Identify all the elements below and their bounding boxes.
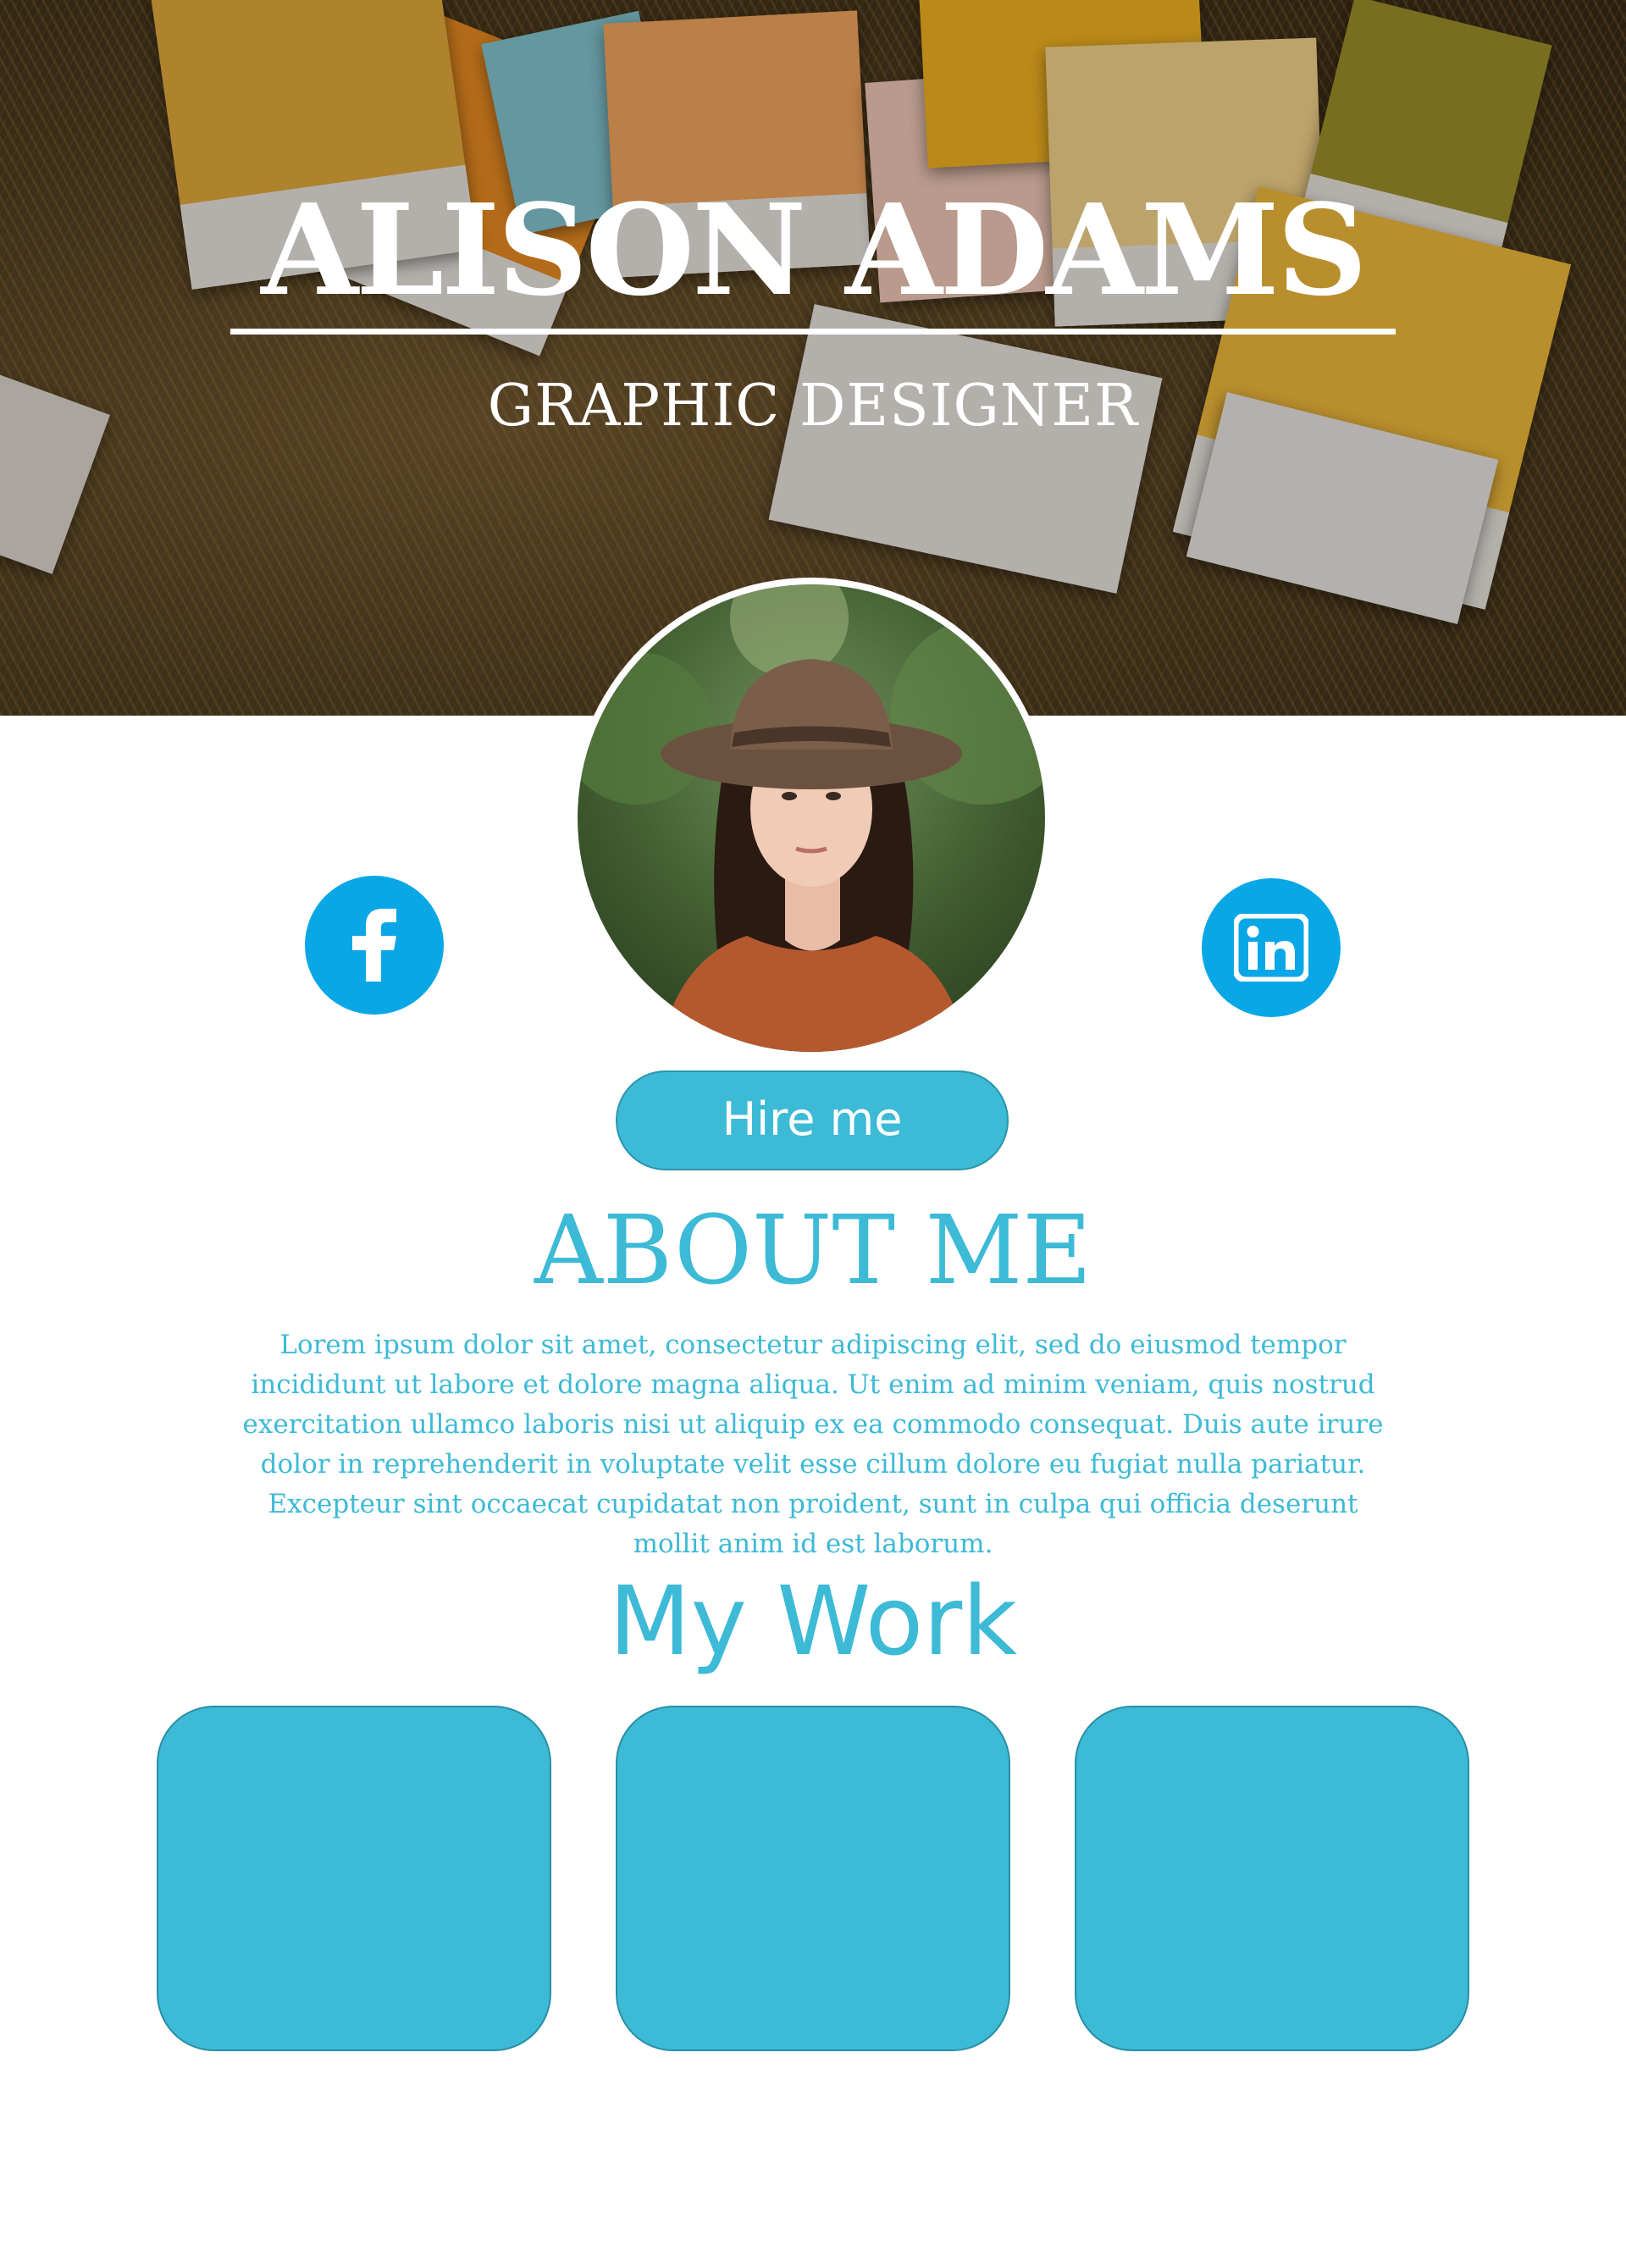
- my-work-heading: My Work: [608, 1567, 1018, 1677]
- linkedin-button[interactable]: [1202, 878, 1341, 1017]
- title-underline-divider: [230, 329, 1396, 335]
- work-tile-2[interactable]: [616, 1706, 1010, 2051]
- profile-avatar: [571, 578, 1052, 1059]
- hero-name-title: ALISON ADAMS: [261, 176, 1367, 324]
- linkedin-icon: [1234, 914, 1308, 982]
- work-tile-1[interactable]: [157, 1706, 551, 2051]
- work-tile-3[interactable]: [1075, 1706, 1469, 2051]
- hero-role-subtitle: GRAPHIC DESIGNER: [487, 373, 1139, 440]
- portrait-illustration: [578, 584, 1045, 1052]
- hire-me-button[interactable]: Hire me: [616, 1070, 1009, 1170]
- about-paragraph: Lorem ipsum dolor sit amet, consectetur …: [242, 1330, 1384, 1559]
- profile-photo: [578, 584, 1045, 1052]
- about-heading: ABOUT ME: [534, 1196, 1092, 1306]
- facebook-icon: [352, 909, 396, 982]
- portfolio-page: ALISON ADAMS GRAPHIC DESIGNER Hire me AB…: [0, 0, 1626, 2268]
- facebook-button[interactable]: [305, 876, 444, 1015]
